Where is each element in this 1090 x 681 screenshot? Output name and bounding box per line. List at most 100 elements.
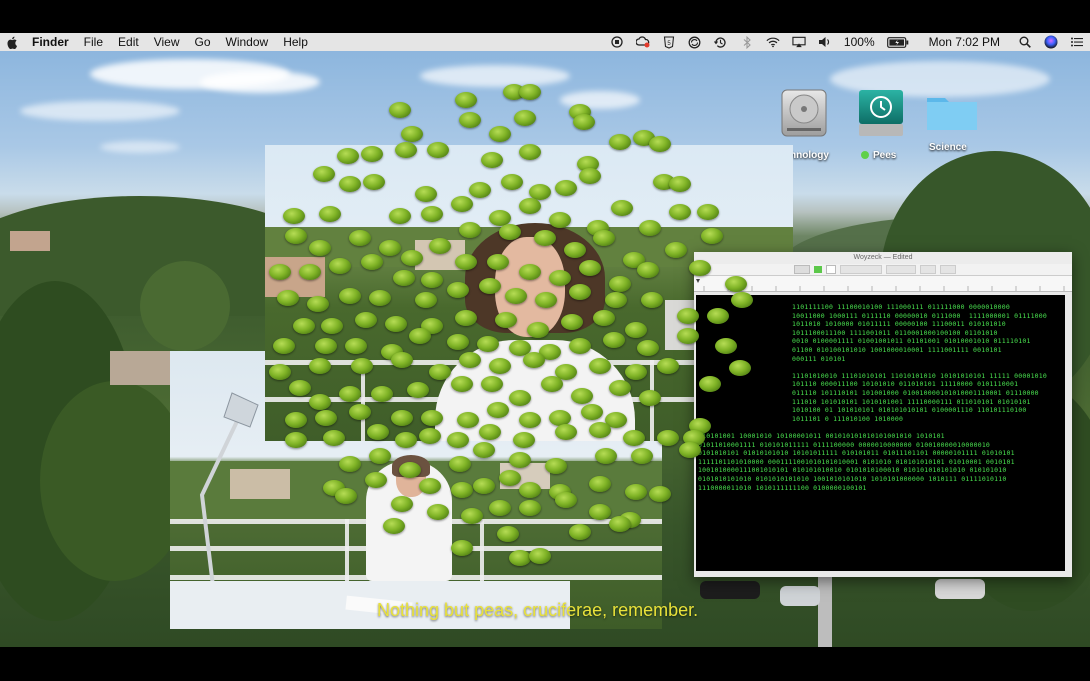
pea — [383, 518, 405, 534]
editor-text-line: 0101010101 01010101010 10101011111 01010… — [698, 449, 1015, 458]
pea — [487, 254, 509, 270]
pea — [529, 548, 551, 564]
cloud — [200, 71, 320, 93]
pea — [451, 482, 473, 498]
editor-text-line: 1011100011100 1111001011 011000100010010… — [792, 328, 998, 337]
pea — [451, 196, 473, 212]
pea — [455, 254, 477, 270]
clock[interactable]: Mon 7:02 PM — [929, 35, 1000, 49]
battery-icon[interactable] — [886, 35, 909, 49]
pea — [581, 404, 603, 420]
pea — [519, 144, 541, 160]
menu-edit[interactable]: Edit — [118, 35, 139, 49]
pea — [315, 410, 337, 426]
desktop-icon-label: Science — [929, 142, 967, 153]
pea — [393, 270, 415, 286]
alignment-buttons[interactable] — [886, 265, 916, 274]
menu-bar: Finder File Edit View Go Window Help 5 1… — [0, 33, 1090, 51]
editor-text-line: 0101010101010 0101010101010 100101010101… — [698, 475, 1007, 483]
pea — [455, 92, 477, 108]
pea — [323, 430, 345, 446]
video-subtitle: Nothing but peas, cruciferae, remember. — [377, 600, 699, 620]
pea — [451, 376, 473, 392]
pea — [407, 382, 429, 398]
pea — [657, 358, 679, 374]
pea — [459, 352, 481, 368]
menu-go[interactable]: Go — [195, 35, 211, 49]
letterbox-bottom — [0, 647, 1090, 681]
pea — [351, 358, 373, 374]
desktop-icon-time-machine[interactable]: Pees — [856, 88, 906, 164]
pea — [479, 424, 501, 440]
style-buttons[interactable] — [840, 265, 882, 274]
pea — [421, 206, 443, 222]
shield-5-icon[interactable]: 5 — [662, 35, 676, 49]
siri-icon[interactable] — [1044, 35, 1058, 49]
editor-ruler[interactable] — [694, 276, 1072, 292]
pea — [589, 504, 611, 520]
pea — [339, 176, 361, 192]
sync-icon[interactable] — [688, 35, 702, 49]
menu-help[interactable]: Help — [283, 35, 308, 49]
pea — [715, 338, 737, 354]
pea — [523, 352, 545, 368]
airplay-icon[interactable] — [792, 35, 806, 49]
pea — [401, 250, 423, 266]
menu-window[interactable]: Window — [226, 35, 269, 49]
green-tag-icon — [861, 151, 869, 159]
letterbox-top — [0, 0, 1090, 33]
record-icon[interactable] — [610, 35, 624, 49]
bluetooth-icon[interactable] — [740, 35, 754, 49]
text-color-swatch[interactable] — [814, 266, 822, 273]
pea — [421, 410, 443, 426]
editor-text-line: 1111101101010000 0001111001010101010001 … — [698, 457, 1015, 466]
ruler-ticks — [696, 279, 1065, 291]
creative-cloud-icon[interactable] — [635, 35, 650, 49]
editor-title-status: — Edited — [883, 254, 913, 261]
pea — [541, 376, 563, 392]
pea — [609, 134, 631, 150]
time-machine-icon[interactable] — [714, 35, 728, 49]
menu-file[interactable]: File — [84, 35, 103, 49]
pea — [379, 240, 401, 256]
pea — [699, 376, 721, 392]
battery-percent: 100% — [843, 35, 875, 49]
pea — [455, 310, 477, 326]
highlight-swatch[interactable] — [826, 265, 836, 274]
control-center-icon[interactable] — [1070, 35, 1084, 49]
pea — [313, 166, 335, 182]
spotlight-icon[interactable] — [1018, 35, 1032, 49]
pea — [415, 186, 437, 202]
menu-app-finder[interactable]: Finder — [32, 35, 69, 49]
pea — [625, 322, 647, 338]
pea — [579, 260, 601, 276]
volume-icon[interactable] — [818, 35, 832, 49]
pea — [589, 476, 611, 492]
editor-text-line: 01011010001111 010101011111 0111100000 0… — [698, 440, 991, 449]
pea — [669, 176, 691, 192]
pea — [569, 524, 591, 540]
editor-text-area[interactable]: 1101111100 11100010100 111000111 0111110… — [696, 295, 1065, 571]
pea — [609, 380, 631, 396]
editor-titlebar[interactable]: Woyzeck — Edited — [694, 252, 1072, 264]
house — [10, 231, 50, 251]
menu-view[interactable]: View — [154, 35, 180, 49]
pea — [519, 482, 541, 498]
pea — [519, 500, 541, 516]
spacing-select[interactable] — [920, 265, 936, 274]
font-size-select[interactable] — [794, 265, 810, 274]
pea — [527, 322, 549, 338]
desktop-icon-label-pees: Pees — [861, 150, 896, 161]
status-area: 5 100% Mon 7:02 PM — [604, 33, 1090, 51]
desk-lamp — [199, 392, 259, 612]
pea — [561, 314, 583, 330]
pea — [579, 168, 601, 184]
pea — [589, 422, 611, 438]
apple-icon[interactable] — [6, 36, 18, 49]
list-select[interactable] — [940, 265, 956, 274]
desktop-icon-folder[interactable]: Science — [924, 92, 980, 164]
pea — [473, 478, 495, 494]
pea — [399, 462, 421, 478]
wifi-icon[interactable] — [766, 35, 780, 49]
editor-text-line: 1110000011010 1010111111100 010000010010… — [698, 483, 867, 492]
